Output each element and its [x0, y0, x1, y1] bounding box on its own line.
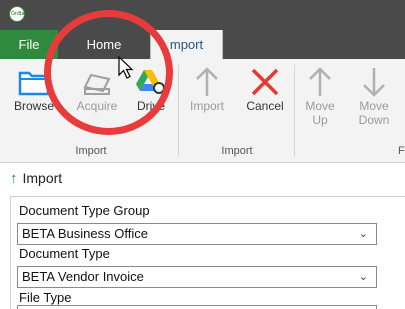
document-type-select[interactable]: BETA Vendor Invoice ⌄ [17, 266, 377, 288]
import-label: Import [189, 99, 224, 113]
arrow-up-icon [196, 67, 218, 96]
import-panel-header[interactable]: ↑ Import [10, 170, 62, 187]
document-type-group-select[interactable]: BETA Business Office ⌄ [17, 223, 377, 245]
document-type-group-label: Document Type Group [19, 203, 150, 218]
title-bar: OnBase [0, 0, 405, 30]
document-type-label: Document Type [19, 246, 110, 261]
arrow-up-icon [309, 67, 331, 96]
import-button[interactable]: Import [184, 65, 230, 113]
file-type-label: File Type [19, 290, 72, 305]
highlight-circle [44, 10, 173, 135]
app-logo-text: OnBase [11, 11, 31, 17]
arrow-down-icon [363, 68, 385, 97]
mouse-cursor-icon [118, 56, 134, 79]
group-separator [178, 65, 179, 157]
import-arrow-icon: ↑ [10, 170, 18, 187]
red-x-icon [251, 68, 279, 96]
file-type-select[interactable] [17, 305, 377, 309]
document-type-group-value: BETA Business Office [22, 226, 148, 241]
chevron-down-icon: ⌄ [358, 228, 368, 240]
group-label-import-actions: Import [221, 145, 253, 157]
chevron-down-icon: ⌄ [358, 271, 368, 283]
move-up-label-line1: Move [305, 99, 335, 113]
move-down-button[interactable]: Move Down [351, 65, 397, 127]
move-up-label-line2: Up [312, 113, 328, 127]
move-down-label-line1: Move [359, 99, 389, 113]
group-label-partial: F [398, 145, 405, 157]
document-type-value: BETA Vendor Invoice [22, 269, 144, 284]
app-logo-icon[interactable]: OnBase [9, 6, 30, 22]
group-label-import-source: Import [75, 145, 107, 157]
move-up-button[interactable]: Move Up [299, 65, 341, 127]
cancel-label: Cancel [246, 99, 284, 113]
move-down-label-line2: Down [358, 113, 390, 127]
import-panel-title: Import [22, 170, 63, 186]
button-separator [294, 65, 295, 157]
cancel-button[interactable]: Cancel [240, 65, 290, 113]
